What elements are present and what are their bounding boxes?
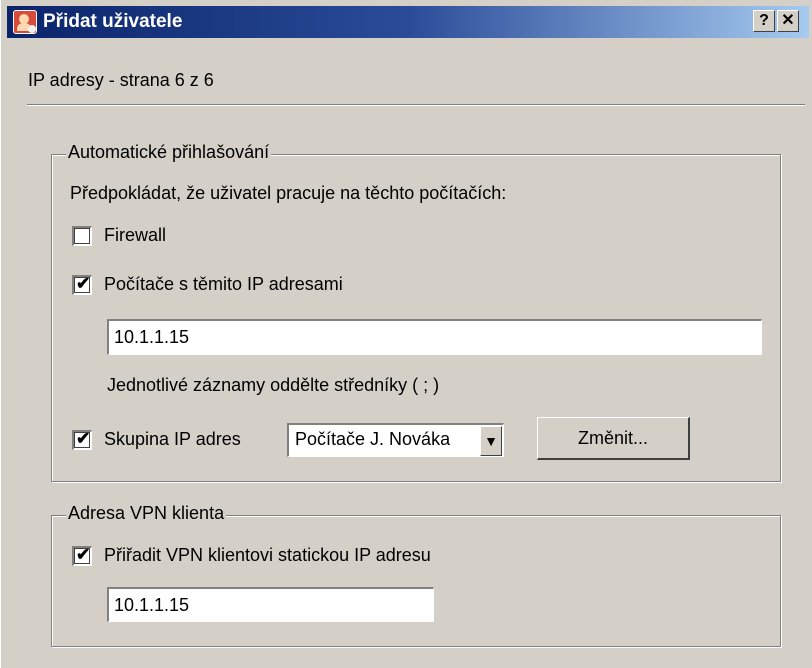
ip-group-checkbox[interactable]: ✔ bbox=[72, 429, 92, 450]
page-title: IP adresy - strana 6 z 6 bbox=[28, 70, 214, 90]
close-icon: ✕ bbox=[781, 12, 795, 29]
ip-computers-checkbox[interactable]: ✔ bbox=[72, 274, 92, 295]
header-separator bbox=[27, 104, 805, 106]
help-icon: ? bbox=[759, 12, 769, 29]
add-user-icon bbox=[13, 10, 37, 34]
auto-login-group: Automatické přihlašování Předpokládat, ž… bbox=[51, 142, 781, 482]
vpn-legend: Adresa VPN klienta bbox=[66, 503, 227, 524]
title-bar[interactable]: Přidat uživatele ? ✕ bbox=[7, 6, 809, 38]
add-user-dialog: Přidat uživatele ? ✕ IP adresy - strana … bbox=[0, 0, 812, 668]
ip-group-selected: Počítače J. Nováka bbox=[295, 429, 451, 449]
help-button[interactable]: ? bbox=[753, 10, 775, 32]
ip-group-label[interactable]: Skupina IP adres bbox=[104, 429, 241, 450]
static-ip-checkbox[interactable]: ✔ bbox=[72, 545, 92, 566]
static-ip-label[interactable]: Přiřadit VPN klientovi statickou IP adre… bbox=[104, 545, 431, 566]
auto-login-intro: Předpokládat, že uživatel pracuje na těc… bbox=[70, 183, 507, 203]
checkmark-icon: ✔ bbox=[76, 545, 91, 564]
checkmark-icon: ✔ bbox=[76, 274, 91, 293]
separator-hint: Jednotlivé záznamy oddělte středníky ( ;… bbox=[107, 375, 440, 395]
ip-address-input[interactable]: 10.1.1.15 bbox=[107, 319, 762, 355]
auto-login-legend: Automatické přihlašování bbox=[66, 142, 272, 163]
firewall-checkbox[interactable] bbox=[72, 226, 92, 246]
close-button[interactable]: ✕ bbox=[777, 10, 799, 32]
checkmark-icon: ✔ bbox=[76, 429, 91, 448]
window-title: Přidat uživatele bbox=[43, 11, 183, 32]
firewall-label[interactable]: Firewall bbox=[104, 225, 166, 246]
ip-computers-label[interactable]: Počítače s těmito IP adresami bbox=[104, 274, 343, 295]
ip-group-select[interactable]: Počítače J. Nováka ▼ bbox=[287, 423, 504, 457]
change-button[interactable]: Změnit... bbox=[537, 417, 690, 460]
vpn-ip-input[interactable]: 10.1.1.15 bbox=[107, 587, 434, 622]
chevron-down-icon[interactable]: ▼ bbox=[480, 426, 502, 456]
vpn-client-group: Adresa VPN klienta ✔ Přiřadit VPN klient… bbox=[51, 503, 781, 647]
